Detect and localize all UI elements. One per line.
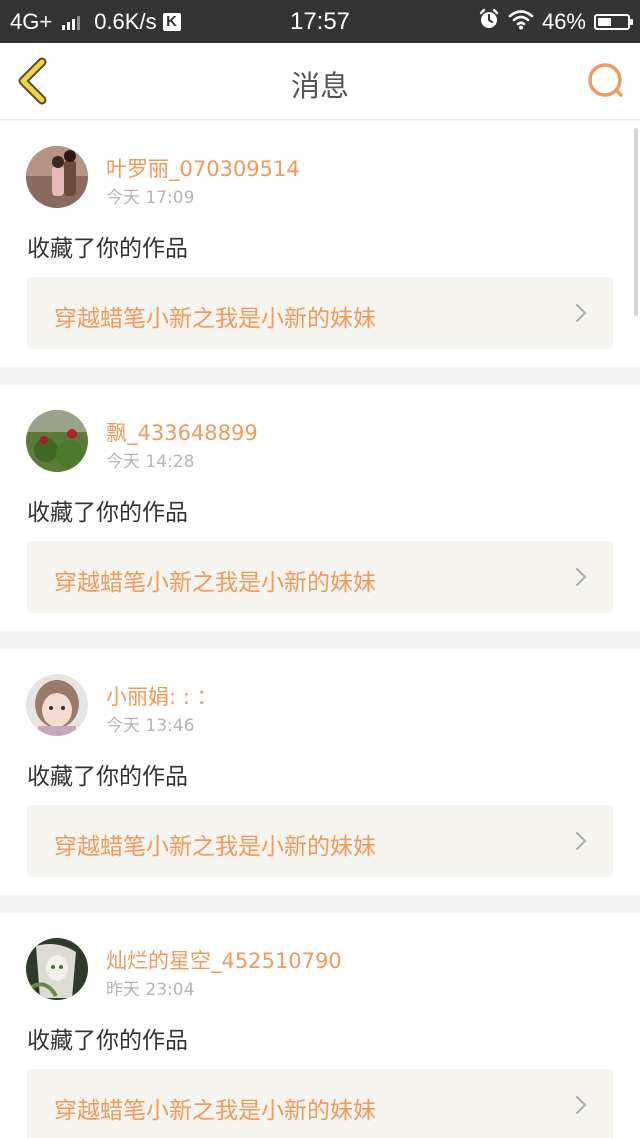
work-link[interactable]: 穿越蜡笔小新之我是小新的妹妹 bbox=[27, 805, 613, 877]
scrollbar[interactable] bbox=[634, 128, 638, 316]
work-link[interactable]: 穿越蜡笔小新之我是小新的妹妹 bbox=[27, 1069, 613, 1138]
action-text: 收藏了你的作品 bbox=[27, 236, 188, 262]
signal-icon bbox=[62, 14, 81, 30]
work-title: 穿越蜡笔小新之我是小新的妹妹 bbox=[54, 1098, 376, 1124]
action-text: 收藏了你的作品 bbox=[27, 500, 188, 526]
alarm-icon bbox=[478, 8, 500, 36]
avatar[interactable] bbox=[26, 674, 88, 736]
status-left: 4G+ 0.6K/s K bbox=[10, 9, 181, 35]
messages-screen: 4G+ 0.6K/s K 17:57 46% 消息 叶罗丽_070309514 … bbox=[0, 0, 640, 1138]
search-button[interactable] bbox=[586, 61, 626, 101]
avatar[interactable] bbox=[26, 410, 88, 472]
k-app-icon: K bbox=[162, 13, 181, 31]
username[interactable]: 小丽娟: : ： bbox=[106, 681, 218, 711]
chevron-right-icon bbox=[575, 1095, 587, 1115]
username[interactable]: 灿烂的星空_452510790 bbox=[106, 945, 342, 975]
network-type: 4G+ bbox=[10, 9, 53, 34]
status-bar: 4G+ 0.6K/s K 17:57 46% bbox=[0, 0, 640, 43]
work-link[interactable]: 穿越蜡笔小新之我是小新的妹妹 bbox=[27, 277, 613, 349]
message-item: 叶罗丽_070309514 今天 17:09 收藏了你的作品 穿越蜡笔小新之我是… bbox=[0, 121, 640, 367]
work-title: 穿越蜡笔小新之我是小新的妹妹 bbox=[54, 834, 376, 860]
message-item: 小丽娟: : ： 今天 13:46 收藏了你的作品 穿越蜡笔小新之我是小新的妹妹 bbox=[0, 649, 640, 895]
work-title: 穿越蜡笔小新之我是小新的妹妹 bbox=[54, 306, 376, 332]
avatar[interactable] bbox=[26, 146, 88, 208]
chevron-left-icon bbox=[18, 57, 47, 105]
timestamp: 昨天 23:04 bbox=[106, 980, 195, 1000]
message-list: 叶罗丽_070309514 今天 17:09 收藏了你的作品 穿越蜡笔小新之我是… bbox=[0, 121, 640, 1138]
work-link[interactable]: 穿越蜡笔小新之我是小新的妹妹 bbox=[27, 541, 613, 613]
username[interactable]: 飘_433648899 bbox=[106, 417, 258, 447]
timestamp: 今天 14:28 bbox=[106, 452, 195, 472]
timestamp: 今天 17:09 bbox=[106, 188, 195, 208]
wifi-icon bbox=[508, 8, 534, 36]
chevron-right-icon bbox=[575, 303, 587, 323]
avatar[interactable] bbox=[26, 938, 88, 1000]
back-button[interactable] bbox=[12, 57, 56, 105]
chevron-right-icon bbox=[575, 567, 587, 587]
username[interactable]: 叶罗丽_070309514 bbox=[106, 153, 300, 183]
battery-icon bbox=[594, 14, 633, 30]
chevron-right-icon bbox=[575, 831, 587, 851]
nav-bar: 消息 bbox=[0, 43, 640, 120]
message-item: 飘_433648899 今天 14:28 收藏了你的作品 穿越蜡笔小新之我是小新… bbox=[0, 385, 640, 631]
action-text: 收藏了你的作品 bbox=[27, 764, 188, 790]
timestamp: 今天 13:46 bbox=[106, 716, 195, 736]
network-speed: 0.6K/s bbox=[94, 9, 157, 34]
page-title: 消息 bbox=[290, 69, 349, 103]
action-text: 收藏了你的作品 bbox=[27, 1028, 188, 1054]
status-right: 46% bbox=[478, 8, 633, 36]
search-icon bbox=[588, 63, 623, 97]
message-item: 灿烂的星空_452510790 昨天 23:04 收藏了你的作品 穿越蜡笔小新之… bbox=[0, 913, 640, 1138]
work-title: 穿越蜡笔小新之我是小新的妹妹 bbox=[54, 570, 376, 596]
battery-percent: 46% bbox=[541, 9, 586, 34]
